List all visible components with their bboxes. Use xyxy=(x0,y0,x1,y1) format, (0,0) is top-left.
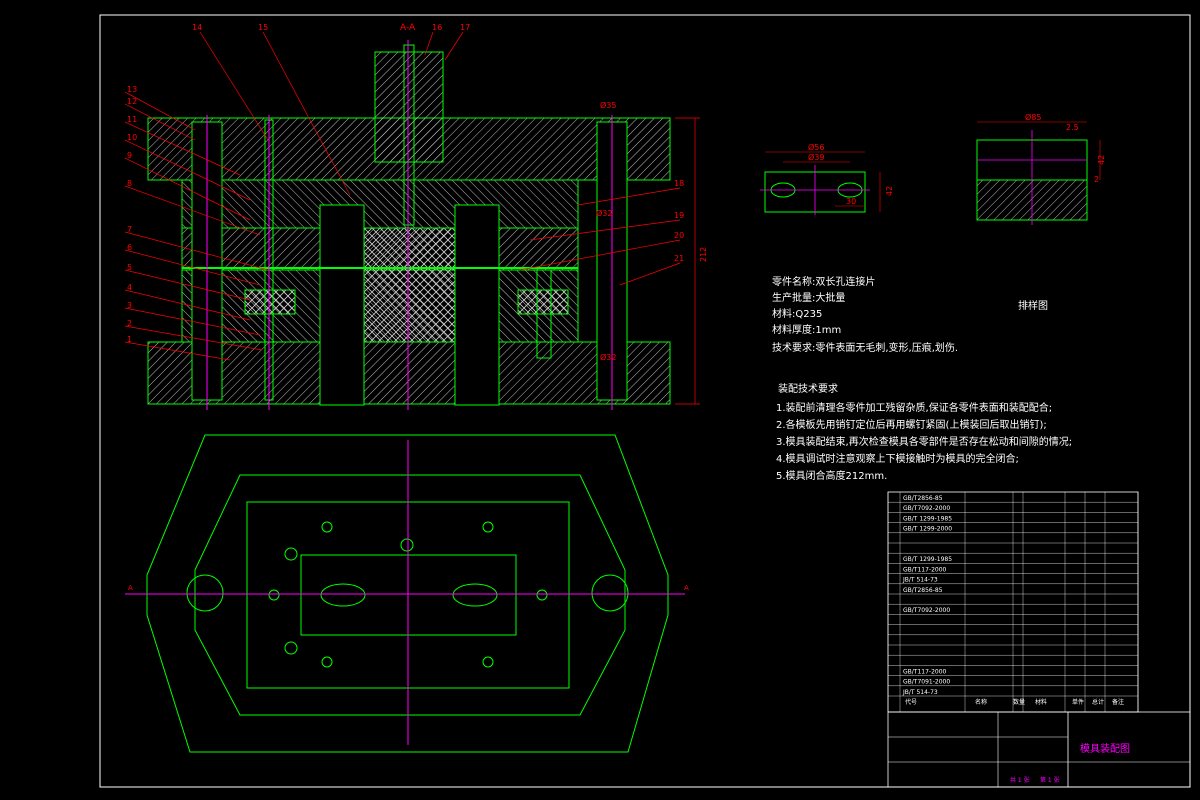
bom-header-cell: 数量 xyxy=(1013,698,1025,706)
part-number-18: 18 xyxy=(674,179,684,188)
sheet-count: 共 1 张 xyxy=(1010,776,1030,784)
drawing-title: 模具装配图 xyxy=(1080,742,1130,755)
title-block: 模具装配图 共 1 张 第 1 张 xyxy=(887,711,1191,788)
part-number-5: 5 xyxy=(127,263,132,272)
assembly-req-3: 3.模具装配结束,再次检查模具各零部件是否存在松动和间隙的情况; xyxy=(776,437,1073,448)
part-number-6: 6 xyxy=(127,243,132,252)
bom-row-code: GB/T7092-2000 xyxy=(903,607,950,614)
part-number-2: 2 xyxy=(127,319,132,328)
dim-guide-dia1: Ø32 xyxy=(596,208,612,218)
bom-row-code: GB/T2856-85 xyxy=(903,495,943,502)
bom-row-code: GB/T7091-2000 xyxy=(903,679,950,686)
part-number-8: 8 xyxy=(127,179,132,188)
part-number-9: 9 xyxy=(127,151,132,160)
dim-strip-pitch: 30 xyxy=(846,197,856,206)
part-number-16: 16 xyxy=(432,23,442,32)
part-number-21: 21 xyxy=(674,254,684,263)
mold-assembly-drawing: 212 Ø35 Ø32 Ø32 A-A 14 15 16 17 13 12 11 xyxy=(99,14,1191,788)
bom-row-code: GB/T 1299-2000 xyxy=(903,526,952,533)
part-number-15: 15 xyxy=(258,23,268,32)
dim-layout-h2: 42 xyxy=(1097,155,1106,165)
dim-layout-w: Ø85 xyxy=(1025,112,1041,122)
section-view: 212 Ø35 Ø32 Ø32 A-A xyxy=(147,23,708,410)
part-number-3: 3 xyxy=(127,301,132,310)
dim-strip-w1: Ø56 xyxy=(808,142,824,152)
part-number-19: 19 xyxy=(674,211,684,220)
bom-row-code: GB/T117-2000 xyxy=(903,668,947,675)
bom-header-cell: 单件 xyxy=(1072,698,1084,706)
bom-row-code: JB/T 514-73 xyxy=(902,689,938,696)
assembly-req-2: 2.各模板先用销钉定位后再用螺钉紧固(上模装回后取出销钉); xyxy=(776,420,1047,431)
part-number-17: 17 xyxy=(460,23,470,32)
part-number-11: 11 xyxy=(127,115,137,124)
bom-row-code: GB/T7092-2000 xyxy=(903,505,950,512)
bom-header-cell: 代号 xyxy=(905,698,917,706)
part-name: 零件名称:双长孔连接片 xyxy=(772,277,876,288)
bom-header-cell: 名称 xyxy=(975,698,987,706)
bom-table: GB/T2856-85 GB/T7092-2000 GB/T 1299-1985 GB… xyxy=(887,491,1139,713)
dim-strip-h: 42 xyxy=(885,186,894,196)
bom-row-code: GB/T2856-85 xyxy=(903,587,943,594)
part-number-10: 10 xyxy=(127,133,137,142)
bom-row-code: GB/T 1299-1985 xyxy=(903,556,952,563)
bom-header-cell: 备注 xyxy=(1112,698,1124,706)
assembly-req-5: 5.模具闭合高度212mm. xyxy=(776,471,888,482)
part-number-20: 20 xyxy=(674,231,684,240)
dim-strip-w2: Ø39 xyxy=(808,152,824,162)
part-number-12: 12 xyxy=(127,97,137,106)
section-arrow-left: A xyxy=(128,584,133,592)
part-number-7: 7 xyxy=(127,225,132,234)
dim-layout-h1: 2 xyxy=(1094,175,1099,184)
part-batch: 生产批量:大批量 xyxy=(772,293,846,304)
dim-layout-gap: 2.5 xyxy=(1066,123,1079,132)
sheet-number: 第 1 张 xyxy=(1040,776,1060,784)
part-tech-req: 技术要求:零件表面无毛刺,变形,压痕,划伤. xyxy=(772,343,959,354)
bom-row-code: GB/T117-2000 xyxy=(903,566,947,573)
layout-view: Ø85 2.5 2 42 xyxy=(976,112,1106,225)
assembly-req-title: 装配技术要求 xyxy=(778,384,838,395)
section-label: A-A xyxy=(400,23,416,33)
part-number-1: 1 xyxy=(127,335,132,344)
assembly-req-4: 4.模具调试时注意观察上下模接触时为模具的完全闭合; xyxy=(776,454,1019,465)
part-thickness: 材料厚度:1mm xyxy=(772,325,842,336)
bom-header-cell: 总计 xyxy=(1092,698,1104,706)
part-number-4: 4 xyxy=(127,283,132,292)
layout-title: 排样图 xyxy=(1018,301,1048,312)
part-number-14: 14 xyxy=(192,23,202,32)
bom-header-cell: 材料 xyxy=(1035,698,1047,706)
assembly-req-1: 1.装配前清理各零件加工残留杂质,保证各零件表面和装配配合; xyxy=(776,403,1053,414)
dim-pin-dia: Ø35 xyxy=(600,100,616,110)
dim-guide-dia2: Ø32 xyxy=(600,352,616,362)
part-number-13: 13 xyxy=(127,85,137,94)
part-material: 材料:Q235 xyxy=(772,309,823,320)
bom-row-code: JB/T 514-73 xyxy=(902,577,938,584)
dim-total-height: 212 xyxy=(699,247,708,262)
part-view: Ø56 Ø39 30 42 xyxy=(760,142,894,215)
plan-view: A A xyxy=(125,434,689,753)
section-arrow-right: A xyxy=(684,584,689,592)
bom-row-code: GB/T 1299-1985 xyxy=(903,515,952,522)
